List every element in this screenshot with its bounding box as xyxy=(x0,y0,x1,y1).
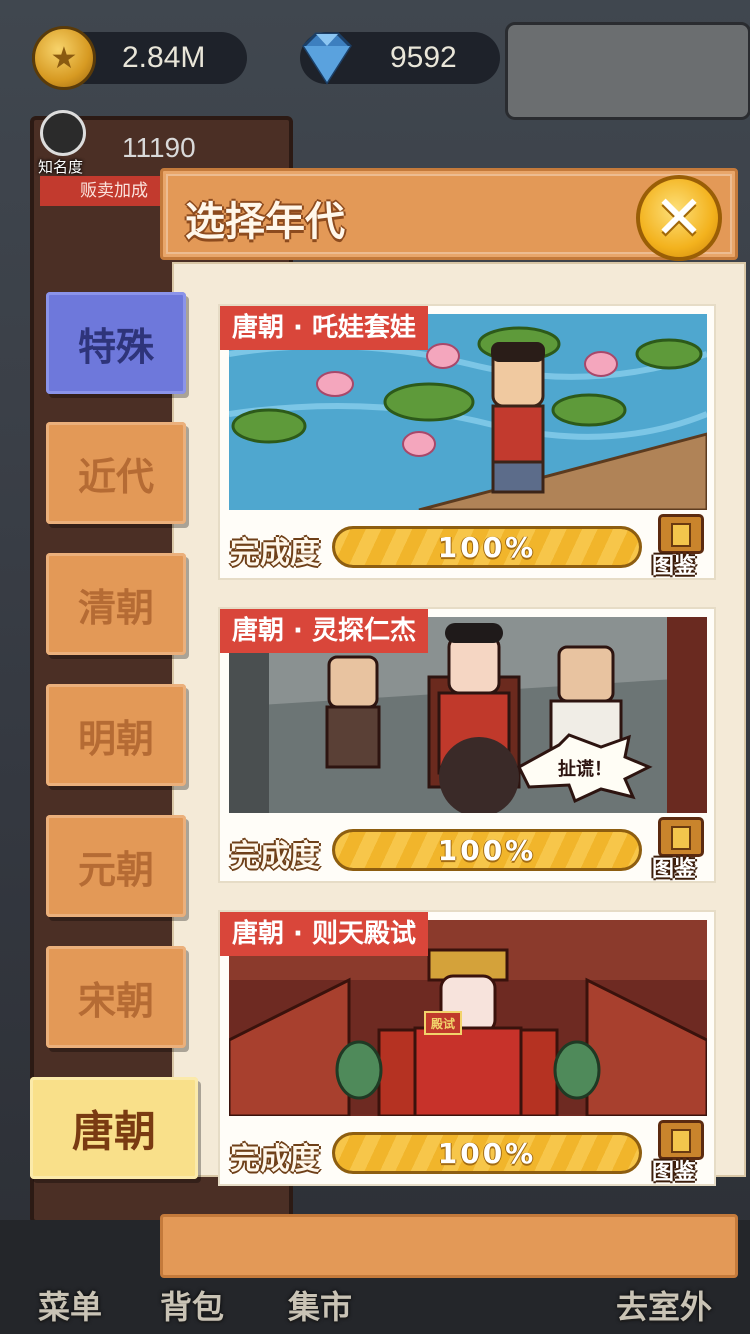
era-tab-song[interactable]: 宋朝 xyxy=(46,946,186,1048)
progress-bar: 100% xyxy=(332,829,642,871)
avatar xyxy=(40,110,86,156)
nav-backpack-button[interactable]: 背包 xyxy=(160,1282,224,1328)
progress-text: 100% xyxy=(437,833,537,867)
era-tab-qing[interactable]: 清朝 xyxy=(46,553,186,655)
dialog-footer xyxy=(160,1214,738,1278)
plaque-text: 殿试 xyxy=(430,1016,455,1031)
era-tab-special[interactable]: 特殊 xyxy=(46,292,186,394)
progress-bar: 100% xyxy=(332,526,642,568)
nav-market-button[interactable]: 集市 xyxy=(288,1282,352,1328)
album-label: 图鉴 xyxy=(652,857,697,882)
coin-icon: ★ xyxy=(32,26,96,90)
progress-label: 完成度 xyxy=(230,839,320,874)
progress-label: 完成度 xyxy=(230,1142,320,1177)
diamond-icon xyxy=(302,32,352,85)
close-x-icon: ✕ xyxy=(653,183,705,253)
progress-text: 100% xyxy=(437,1136,537,1170)
album-label: 图鉴 xyxy=(652,1160,697,1185)
sell-bonus-badge: 贩卖加成 xyxy=(40,176,170,206)
speech-bubble-text: 扯谎！ xyxy=(558,758,612,780)
nav-menu-button[interactable]: 菜单 xyxy=(38,1282,102,1328)
stage-title: 唐朝 · 吒娃套娃 xyxy=(220,306,428,350)
stage-title: 唐朝 · 则天殿试 xyxy=(220,912,428,956)
album-button[interactable]: 图鉴 xyxy=(652,514,710,579)
fame-value: 11190 xyxy=(122,132,196,163)
stage-title: 唐朝 · 灵探仁杰 xyxy=(220,609,428,653)
air-conditioner xyxy=(505,22,750,120)
album-label: 图鉴 xyxy=(652,554,697,579)
era-tab-ming[interactable]: 明朝 xyxy=(46,684,186,786)
album-button[interactable]: 图鉴 xyxy=(652,817,710,882)
stage-card[interactable]: 扯谎！ 唐朝 · 灵探仁杰 完成度 100% 图鉴 xyxy=(218,607,716,883)
close-button[interactable]: ✕ xyxy=(636,175,722,261)
coin-value: 2.84M xyxy=(122,41,206,74)
progress-bar: 100% xyxy=(332,1132,642,1174)
era-tab-tang[interactable]: 唐朝 xyxy=(30,1077,198,1179)
album-button[interactable]: 图鉴 xyxy=(652,1120,710,1185)
gem-counter: 9592 xyxy=(300,32,500,85)
progress-text: 100% xyxy=(437,530,537,564)
dialog-header: 选择年代 ✕ xyxy=(160,168,738,261)
gem-value: 9592 xyxy=(390,41,457,74)
stage-card[interactable]: 殿试 唐朝 · 则天殿试 完成度 100% 图鉴 xyxy=(218,910,716,1186)
progress-label: 完成度 xyxy=(230,536,320,571)
stage-card[interactable]: 唐朝 · 吒娃套娃 完成度 100% 图鉴 xyxy=(218,304,716,580)
nav-outdoor-button[interactable]: 去室外 xyxy=(616,1282,712,1328)
era-tab-yuan[interactable]: 元朝 xyxy=(46,815,186,917)
fame-label: 知名度 xyxy=(38,158,84,176)
coin-counter: ★ 2.84M xyxy=(32,26,247,90)
dialog-title: 选择年代 xyxy=(185,199,345,245)
era-tab-modern[interactable]: 近代 xyxy=(46,422,186,524)
